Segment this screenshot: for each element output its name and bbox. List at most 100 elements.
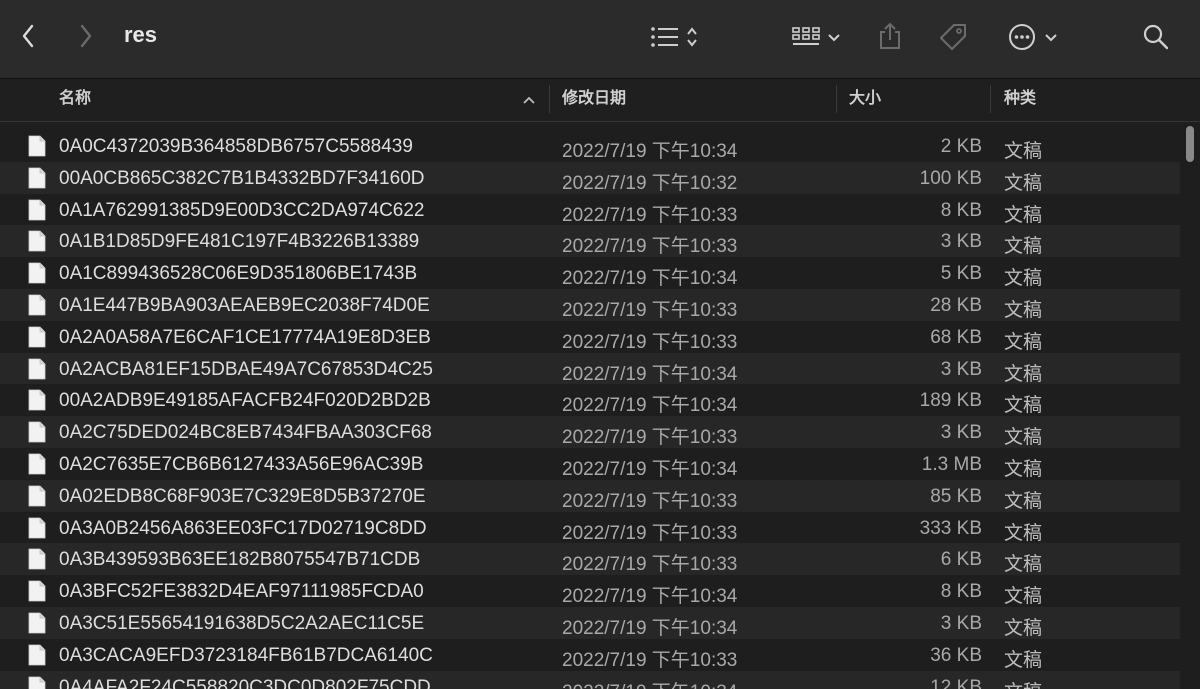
file-kind: 文稿 (1004, 522, 1043, 544)
file-name: 0A0C4372039B364858DB6757C5588439 (59, 136, 413, 157)
column-header-name[interactable]: 名称 (59, 79, 91, 121)
file-date: 2022/7/19 下午10:34 (562, 458, 738, 480)
file-row[interactable]: 0A2A0A58A7E6CAF1CE17774A19E8D3EB 2022/7/1… (0, 321, 1180, 353)
document-icon (28, 676, 46, 689)
file-date: 2022/7/19 下午10:34 (562, 395, 738, 417)
file-name: 0A2ACBA81EF15DBAE49A7C67853D4C25 (59, 358, 433, 380)
file-size: 100 KB (919, 167, 982, 189)
file-row[interactable]: 0A3B439593B63EE182B8075547B71CDB 2022/7/1… (0, 543, 1180, 575)
file-size: 2 KB (940, 136, 982, 157)
chevron-left-icon (22, 24, 34, 48)
file-size: 3 KB (940, 422, 982, 444)
file-row[interactable]: 00A2ADB9E49185AFACFB24F020D2BD2B 2022/7/1… (0, 384, 1180, 416)
file-size: 3 KB (940, 612, 982, 634)
file-name: 0A3C51E55654191638D5C2A2AEC11C5E (59, 612, 425, 634)
file-row[interactable]: 0A1C899436528C06E9D351806BE1743B 2022/7/1… (0, 257, 1180, 289)
sort-ascending-icon[interactable] (522, 79, 536, 121)
file-size: 333 KB (919, 517, 982, 539)
scrollbar-thumb[interactable] (1186, 126, 1194, 162)
file-kind: 文稿 (1004, 204, 1043, 226)
file-row[interactable]: 0A3CACA9EFD3723184FB61B7DCA6140C 2022/7/1… (0, 639, 1180, 671)
document-icon (28, 548, 46, 570)
file-row[interactable]: 0A3BFC52FE3832D4EAF97111985FCDA0 2022/7/1… (0, 575, 1180, 607)
file-row[interactable]: 0A1E447B9BA903AEAEB9EC2038F74D0E 2022/7/1… (0, 288, 1180, 321)
view-options-button[interactable] (644, 22, 704, 52)
chevron-right-icon (80, 24, 92, 48)
tag-button[interactable] (936, 20, 970, 54)
file-kind: 文稿 (1004, 268, 1043, 290)
file-kind: 文稿 (1004, 586, 1043, 608)
column-divider[interactable] (990, 85, 991, 113)
document-icon (28, 517, 46, 538)
file-date: 2022/7/19 下午10:33 (562, 299, 738, 321)
file-row[interactable]: 0A2C75DED024BC8EB7434FBAA303CF68 2022/7/1… (0, 416, 1180, 448)
file-kind: 文稿 (1004, 427, 1043, 449)
column-header-date[interactable]: 修改日期 (562, 79, 626, 121)
file-kind: 文稿 (1004, 172, 1043, 194)
file-kind: 文稿 (1004, 490, 1043, 512)
file-name: 0A2C7635E7CB6B6127433A56E96AC39B (59, 453, 424, 475)
document-icon (28, 485, 46, 507)
group-button[interactable] (786, 22, 846, 52)
file-size: 3 KB (940, 358, 982, 380)
forward-button[interactable] (74, 22, 98, 50)
file-size: 12 KB (930, 676, 982, 689)
column-divider[interactable] (549, 85, 550, 113)
document-icon (28, 199, 46, 220)
share-button[interactable] (874, 20, 906, 52)
list-view-icon (651, 27, 678, 47)
file-size: 28 KB (930, 294, 982, 316)
file-name: 0A2C75DED024BC8EB7434FBAA303CF68 (59, 422, 432, 444)
file-date: 2022/7/19 下午10:33 (562, 427, 738, 449)
file-row[interactable]: 0A2ACBA81EF15DBAE49A7C67853D4C25 2022/7/1… (0, 352, 1180, 385)
document-icon (28, 389, 46, 411)
file-row[interactable]: 0A3C51E55654191638D5C2A2AEC11C5E 2022/7/1… (0, 606, 1180, 639)
column-header-kind[interactable]: 种类 (1004, 79, 1036, 121)
file-name: 0A1B1D85D9FE481C197F4B3226B13389 (59, 231, 420, 253)
document-icon (28, 294, 46, 316)
file-date: 2022/7/19 下午10:34 (562, 586, 738, 608)
file-name: 0A1A762991385D9E00D3CC2DA974C622 (59, 199, 425, 221)
document-icon (28, 612, 46, 634)
file-date: 2022/7/19 下午10:34 (562, 363, 738, 385)
tag-icon (940, 24, 966, 50)
chevron-down-icon (828, 34, 840, 42)
file-size: 68 KB (930, 326, 982, 348)
file-date: 2022/7/19 下午10:34 (562, 268, 738, 290)
file-list: 0A0C4372039B364858DB6757C5588439 2022/7/1… (0, 130, 1180, 689)
column-divider[interactable] (836, 85, 837, 113)
file-row[interactable]: 0A4AFA2F24C558820C3DC0D802F75CDD 2022/7/1… (0, 670, 1180, 689)
file-kind: 文稿 (1004, 649, 1043, 671)
file-name: 0A2A0A58A7E6CAF1CE17774A19E8D3EB (59, 326, 431, 348)
file-row[interactable]: 0A1A762991385D9E00D3CC2DA974C622 2022/7/1… (0, 194, 1180, 226)
file-date: 2022/7/19 下午10:34 (562, 677, 737, 689)
file-name: 0A3B439593B63EE182B8075547B71CDB (59, 549, 421, 571)
file-row[interactable]: 0A1B1D85D9FE481C197F4B3226B13389 2022/7/1… (0, 225, 1180, 257)
file-row[interactable]: 0A02EDB8C68F903E7C329E8D5B37270E 2022/7/1… (0, 479, 1180, 512)
document-icon (28, 326, 46, 348)
column-header-bar: 名称 修改日期 大小 种类 (0, 79, 1200, 122)
file-kind: 文稿 (1004, 677, 1042, 689)
file-name: 0A3A0B2456A863EE03FC17D02719C8DD (59, 517, 427, 539)
vertical-scrollbar[interactable] (1180, 122, 1200, 689)
file-name: 0A4AFA2F24C558820C3DC0D802F75CDD (59, 676, 431, 689)
file-row[interactable]: 00A0CB865C382C7B1B4332BD7F34160D 2022/7/1… (0, 161, 1180, 194)
document-icon (28, 453, 46, 475)
file-kind: 文稿 (1004, 395, 1043, 417)
more-actions-button[interactable] (1004, 22, 1062, 52)
search-icon (1143, 24, 1169, 50)
column-header-size[interactable]: 大小 (849, 79, 881, 121)
back-button[interactable] (16, 22, 40, 50)
file-kind: 文稿 (1004, 458, 1043, 480)
file-kind: 文稿 (1004, 617, 1043, 639)
file-size: 5 KB (940, 263, 982, 285)
file-date: 2022/7/19 下午10:33 (562, 649, 738, 671)
search-button[interactable] (1140, 22, 1172, 52)
file-name: 00A2ADB9E49185AFACFB24F020D2BD2B (59, 390, 431, 412)
document-icon (28, 262, 46, 284)
file-row[interactable]: 0A2C7635E7CB6B6127433A56E96AC39B 2022/7/1… (0, 448, 1180, 480)
file-row[interactable]: 0A3A0B2456A863EE03FC17D02719C8DD 2022/7/1… (0, 512, 1180, 544)
file-row[interactable]: 0A0C4372039B364858DB6757C5588439 2022/7/1… (0, 130, 1180, 162)
file-name: 0A3BFC52FE3832D4EAF97111985FCDA0 (59, 581, 424, 603)
file-date: 2022/7/19 下午10:34 (562, 141, 738, 162)
